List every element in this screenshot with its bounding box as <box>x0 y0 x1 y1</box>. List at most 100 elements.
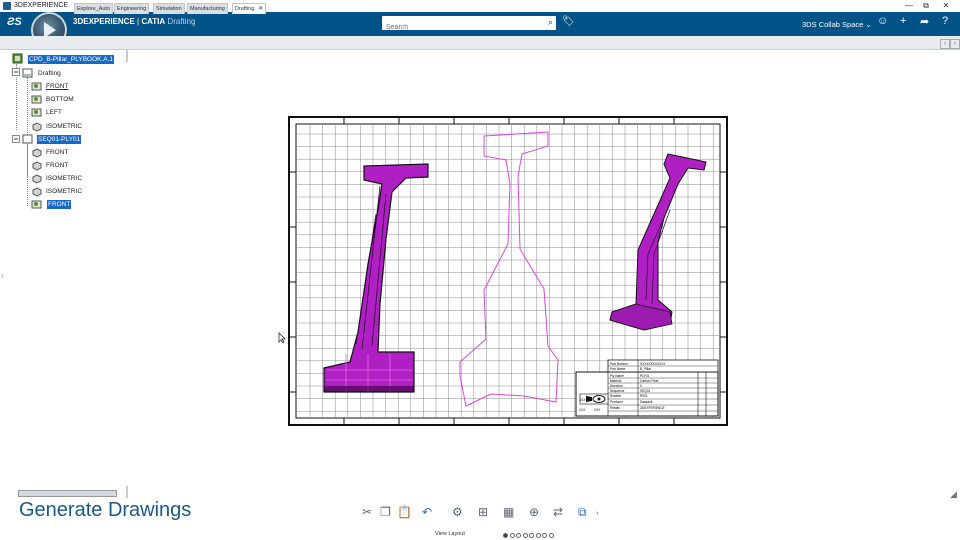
pager-dot[interactable] <box>542 533 547 538</box>
restore-button[interactable]: ⧉ <box>919 0 933 12</box>
collab-space-selector[interactable]: 3DS Collab Space ⌄ <box>802 20 872 29</box>
collab-space-label: 3DS Collab Space <box>802 20 864 29</box>
panel-splitter[interactable] <box>126 50 128 62</box>
tree-sheet-view-front[interactable]: FRONT <box>46 148 68 157</box>
tree-sheet-node[interactable]: SEQ01-PLY01 <box>37 135 82 144</box>
undo-icon[interactable]: ↶ <box>422 505 432 519</box>
title-block-value: B_Pillar <box>640 367 652 371</box>
brand-app-name: Drafting <box>167 17 196 26</box>
view-icon <box>31 82 42 91</box>
tree-sheet-view-front-selected[interactable]: FRONT <box>47 200 72 209</box>
title-block-small-label: XXX <box>579 398 586 402</box>
minimize-button[interactable]: — <box>902 0 916 12</box>
title-block-row-label: Part Name <box>610 367 625 371</box>
pager-dot[interactable] <box>529 533 534 538</box>
panel-splitter[interactable] <box>126 486 128 498</box>
isometric-view-icon <box>32 187 42 197</box>
user-icon[interactable]: ☺ <box>877 15 888 27</box>
view-icon <box>31 95 42 104</box>
tree-view-isometric[interactable]: ISOMETRIC <box>46 122 82 131</box>
sheet-icon <box>22 134 33 144</box>
app-brand: 3DEXPERIENCE | CATIA Drafting <box>73 17 195 26</box>
tree-root-node[interactable]: CPD_B-Pillar_PLYBOOK.A.1 <box>28 55 115 64</box>
title-block-row-label: Direction <box>610 384 623 388</box>
tree-view-left[interactable]: LEFT <box>46 108 62 117</box>
brand-catia: CATIA <box>141 17 166 26</box>
window-layout-icon[interactable]: ⧉ <box>578 505 587 520</box>
title-block-value: Carbon Fiber <box>640 379 660 383</box>
pager-dot[interactable] <box>522 533 528 538</box>
tree-sheet-view-isometric[interactable]: ISOMETRIC <box>46 187 82 196</box>
title-block-row-label: Sequence <box>610 389 625 393</box>
tree-sheet-view-front[interactable]: FRONT <box>46 161 68 170</box>
search-input[interactable] <box>382 20 536 35</box>
add-icon[interactable]: + <box>900 15 906 27</box>
title-block-row-label: Retails <box>610 406 620 410</box>
tab-strip <box>0 36 960 50</box>
tree-connector <box>27 144 28 206</box>
collapse-icon[interactable] <box>12 68 22 78</box>
search-icon[interactable]: ⌕ <box>548 17 553 28</box>
product-icon <box>12 53 23 64</box>
tab-manufacturing[interactable]: Manufacturing <box>187 3 228 14</box>
title-block-value: SEQ01 <box>640 389 651 393</box>
tree-drafting-node[interactable]: Drafting <box>38 69 61 78</box>
view-wizard-icon[interactable]: ⊞ <box>478 505 488 519</box>
pager-dot[interactable] <box>548 533 554 538</box>
isometric-view-icon <box>32 122 42 132</box>
annotation-icon[interactable]: ⇄ <box>553 505 563 519</box>
drawing-sheet[interactable]: Part Number Part Name Ply Name Material … <box>286 114 730 428</box>
cut-icon[interactable]: ✂ <box>362 505 372 519</box>
tab-explore-auto[interactable]: Explore_Auto <box>74 3 114 14</box>
tree-view-front[interactable]: FRONT <box>46 82 68 91</box>
tab-label: Manufacturing <box>190 6 225 12</box>
dassault-logo-icon: ƧS <box>7 16 22 28</box>
view-icon <box>31 108 42 117</box>
search-box[interactable]: ⌕ <box>382 16 556 35</box>
pager-dot[interactable] <box>516 533 521 538</box>
resize-handle-icon[interactable]: ◢ <box>950 489 957 500</box>
drawing-icon <box>22 68 33 78</box>
share-icon[interactable]: ➦ <box>920 15 929 28</box>
expand-panel-icon[interactable]: ‹ <box>1 270 4 280</box>
tab-simulation[interactable]: Simulation <box>153 3 185 14</box>
tab-label: Explore_Auto <box>77 6 111 12</box>
tree-scrollbar[interactable] <box>18 490 117 497</box>
tab-drafting[interactable]: Drafting ✕ <box>232 3 267 14</box>
title-block-small-label: XXX <box>579 408 586 412</box>
specification-tree: CPD_B-Pillar_PLYBOOK.A.1 Drafting FRONT … <box>0 50 130 500</box>
collapse-icon[interactable] <box>12 135 22 145</box>
help-icon[interactable]: ? <box>942 15 948 27</box>
pager-dot[interactable] <box>509 533 515 538</box>
window-title: 3DEXPERIENCE <box>14 2 69 9</box>
paste-icon[interactable]: 📋 <box>397 505 412 519</box>
title-block-row-label: Ply Name <box>610 374 624 378</box>
close-window-button[interactable]: ✕ <box>939 0 953 12</box>
app-logo-icon <box>3 2 11 10</box>
tab-scroll-right-icon[interactable]: › <box>950 39 960 49</box>
pager-dot[interactable] <box>503 533 508 538</box>
toolbar-section-label: View Layout <box>435 531 465 537</box>
tab-engineering[interactable]: Engineering <box>114 3 150 14</box>
title-block-value: 3DEXPERIENCE <box>640 406 665 410</box>
tab-label: Drafting <box>235 6 255 12</box>
title-block-small-label: XXX <box>594 408 601 412</box>
isometric-view-icon <box>32 174 42 184</box>
close-tab-icon[interactable]: ✕ <box>258 6 263 12</box>
title-block-value: 0 <box>640 384 642 388</box>
sheet-layout-icon[interactable]: ▦ <box>503 505 514 519</box>
view-icon <box>32 148 42 158</box>
tree-view-bottom[interactable]: BOTTOM <box>46 95 74 104</box>
update-icon[interactable]: ⚙ <box>452 505 463 519</box>
title-block-row-label: Part Number <box>610 362 629 366</box>
title-block-row-label: Rosette <box>610 394 621 398</box>
pager-dot[interactable] <box>535 533 541 538</box>
dimension-icon[interactable]: ⊕ <box>529 505 539 519</box>
toolbar-more-icon[interactable]: › <box>596 510 598 517</box>
copy-icon[interactable]: ❐ <box>380 505 391 519</box>
mouse-cursor-icon <box>278 332 286 344</box>
tab-label: Engineering <box>117 6 147 12</box>
tree-sheet-view-isometric[interactable]: ISOMETRIC <box>46 174 82 183</box>
tag-icon[interactable]: 🏷 <box>562 16 575 27</box>
tab-scroll-left-icon[interactable]: ‹ <box>940 39 950 49</box>
